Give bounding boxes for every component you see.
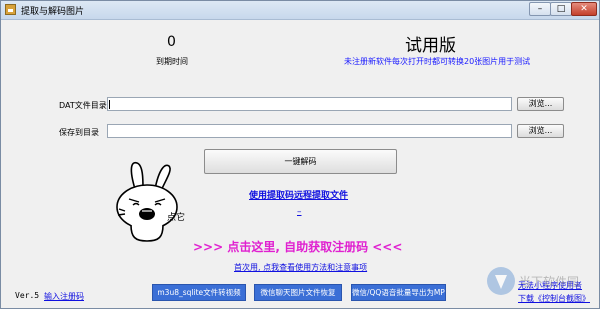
trial-version-title: 试用版 (405, 36, 456, 56)
rabbit-mascot-image[interactable] (109, 159, 199, 243)
remote-extract-link[interactable]: 使用提取码远程提取文件 (249, 188, 348, 201)
m3u8-sqlite-to-video-button[interactable]: m3u8_sqlite文件转视频 (152, 284, 246, 301)
text-caret (109, 100, 110, 109)
close-button[interactable]: ✕ (571, 2, 597, 16)
version-label: Ver.5 (15, 291, 40, 300)
dat-dir-label: DAT文件目录 (59, 101, 107, 110)
dash-link[interactable]: – (297, 207, 302, 217)
get-registration-code-link[interactable]: >>> 点击这里, 自助获取注册码 <<< (193, 238, 402, 255)
save-dir-browse-button[interactable]: 浏览... (517, 124, 564, 138)
dat-dir-browse-button[interactable]: 浏览... (517, 97, 564, 111)
app-icon (5, 4, 16, 15)
corner-link-1[interactable]: 无法小程序使用者 (518, 280, 582, 291)
first-use-help-link[interactable]: 首次用, 点我查看使用方法和注意事项 (234, 262, 367, 273)
trial-note: 未注册新软件每次打开时都可转换20张图片用于测试 (344, 57, 531, 66)
corner-link-2[interactable]: 下载《控制台截图》 (518, 293, 590, 304)
voice-export-mp3-button[interactable]: 微信/QQ语音批量导出为MP3 (351, 284, 446, 301)
minimize-button[interactable]: – (529, 2, 551, 16)
maximize-button[interactable]: □ (550, 2, 572, 16)
save-dir-label: 保存到目录 (59, 128, 99, 137)
decode-button[interactable]: 一键解码 (204, 149, 397, 174)
app-window: 提取与解码图片 – □ ✕ 0 到期时间 试用版 未注册新软件每次打开时都可转换… (0, 0, 600, 309)
dat-dir-input[interactable] (107, 97, 512, 111)
expiry-counter: 0 (167, 34, 176, 50)
enter-registration-code-link[interactable]: 输入注册码 (44, 291, 84, 302)
window-title: 提取与解码图片 (21, 7, 85, 17)
wechat-image-recovery-button[interactable]: 微信聊天图片文件恢复 (254, 284, 342, 301)
save-dir-input[interactable] (107, 124, 512, 138)
title-bar: 提取与解码图片 – □ ✕ (1, 1, 599, 20)
mascot-label: 点它 (167, 213, 186, 223)
expiry-label: 到期时间 (156, 57, 188, 66)
